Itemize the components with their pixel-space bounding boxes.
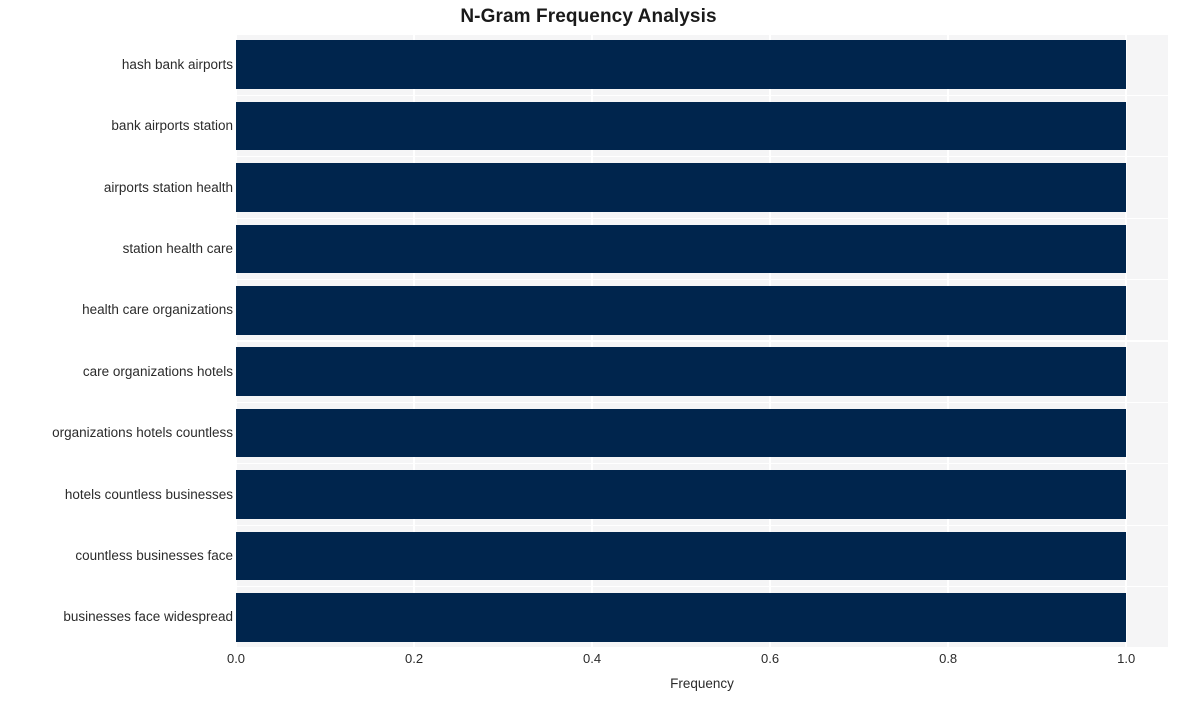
bar[interactable]: [236, 163, 1127, 212]
x-tick-label: 1.0: [1117, 651, 1136, 666]
x-axis-title: Frequency: [670, 676, 734, 691]
bar[interactable]: [236, 347, 1127, 396]
y-tick-label: organizations hotels countless: [52, 425, 233, 441]
x-tick-label: 0.4: [583, 651, 602, 666]
y-tick-label: health care organizations: [82, 302, 233, 318]
bar-series: [236, 34, 1168, 648]
x-tick-label: 0.0: [226, 651, 246, 666]
x-tick-label: 0.2: [404, 651, 424, 666]
plot-area: [236, 34, 1168, 648]
y-tick-label: businesses face widespread: [63, 609, 233, 625]
bar[interactable]: [236, 101, 1127, 151]
bar[interactable]: [236, 531, 1127, 581]
bar[interactable]: [236, 40, 1127, 89]
x-tick-label: 0.8: [939, 651, 958, 666]
y-tick-label: airports station health: [103, 179, 233, 195]
x-tick-label: 0.6: [761, 651, 780, 666]
y-tick-label: station health care: [122, 240, 233, 256]
y-axis-tick-labels: hash bank airports bank airports station a…: [0, 34, 233, 648]
x-axis-tick-labels: 0.0 0.2 0.4 0.6 0.8 1.0: [0, 652, 1177, 672]
y-tick-label: hotels countless businesses: [64, 486, 233, 502]
y-tick-label: hash bank airports: [121, 56, 233, 72]
page-title: N-Gram Frequency Analysis: [460, 6, 717, 27]
bar[interactable]: [236, 286, 1127, 335]
bar[interactable]: [236, 224, 1127, 274]
y-tick-label: care organizations hotels: [82, 363, 233, 379]
bar[interactable]: [236, 593, 1127, 642]
bar[interactable]: [236, 470, 1127, 519]
y-tick-label: countless businesses face: [75, 547, 233, 563]
chart-figure: N-Gram Frequency Analysis hash bank airp…: [0, 0, 1177, 701]
y-tick-label: bank airports station: [111, 118, 233, 134]
bar[interactable]: [236, 408, 1127, 458]
